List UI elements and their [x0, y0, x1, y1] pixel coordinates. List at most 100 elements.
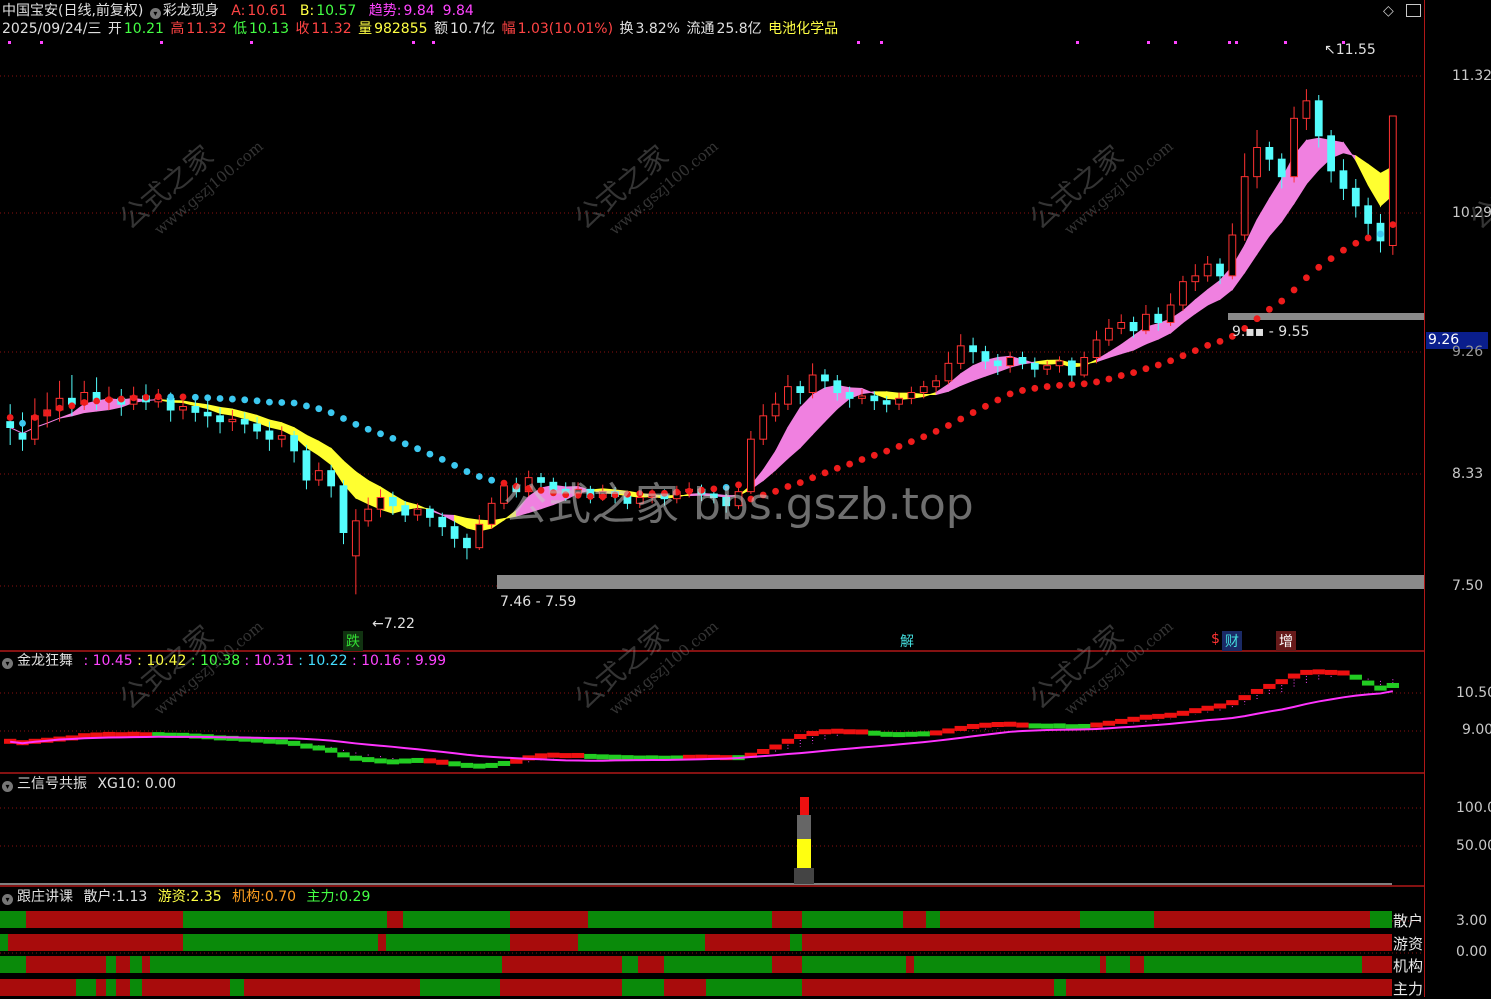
p2-block-45	[547, 752, 560, 758]
dropdown-icon[interactable]: ▾	[149, 8, 161, 19]
panel2-dropdown-icon[interactable]: ▾	[2, 658, 13, 669]
panel4-item-4-value: 0.29	[339, 889, 371, 905]
p2-block-74	[905, 731, 918, 737]
p4-row3-seg-13	[802, 956, 906, 973]
ma-dot-107	[1315, 263, 1323, 271]
candle-body-1	[6, 421, 15, 428]
p4-row1-seg-10	[903, 911, 926, 928]
ma-dot-103	[1265, 305, 1273, 313]
ma-dot-112	[1377, 230, 1384, 238]
ma-dot-36	[438, 455, 446, 463]
candle-body-30	[364, 508, 373, 522]
p2-block-89	[1090, 722, 1103, 728]
p2-block-78	[954, 725, 967, 731]
panel2-title[interactable]: 金龙狂舞	[17, 653, 73, 669]
b-value: 10.57	[316, 3, 357, 19]
diamond-icon[interactable]: ◇	[1383, 3, 1394, 19]
ma-dot-34	[414, 445, 421, 453]
signal-dot-13	[1235, 41, 1238, 44]
zone-low-label: 7.46 - 7.59	[500, 594, 577, 610]
p3-signal-base	[794, 868, 814, 884]
p4-row2-seg-7	[578, 934, 705, 951]
ma-dot-105	[1290, 286, 1298, 294]
candle-body-70	[858, 395, 866, 399]
p4-row1-seg-11	[926, 911, 940, 928]
p2-block-35	[423, 758, 437, 764]
high-mark-value: 11.55	[1335, 42, 1376, 58]
ma-dot-37	[451, 461, 458, 469]
ribbon-segment-22	[268, 419, 283, 431]
candle-body-100	[1228, 234, 1237, 277]
panel3-dropdown-icon[interactable]: ▾	[2, 781, 13, 792]
signal-die: 跌	[343, 631, 363, 651]
candle-body-82	[1006, 357, 1015, 367]
signal-dot-1	[8, 41, 11, 44]
p4-row3-seg-6	[142, 956, 150, 973]
indicator-name[interactable]: 彩龙现身	[163, 3, 219, 19]
turnover-value: 3.82%	[635, 21, 681, 37]
p4-row4-seg-2	[76, 979, 96, 996]
stock-name[interactable]: 中国宝安(日线,前复权)	[2, 3, 143, 19]
p2-block-88	[1078, 723, 1091, 729]
signal-dot-8	[880, 41, 883, 44]
row-label-retail: 散户	[1393, 912, 1424, 930]
candle-body-27	[327, 470, 336, 487]
p2-block-44	[534, 753, 548, 759]
p2-block-103	[1263, 683, 1276, 689]
p4-row2-seg-2	[8, 934, 183, 951]
p4-row3-seg-2	[26, 956, 106, 973]
panel4-dropdown-icon[interactable]: ▾	[2, 894, 13, 905]
ma-dot-29	[352, 420, 360, 428]
candle-body-94	[1154, 313, 1163, 324]
candle-body-32	[388, 497, 397, 507]
ma-dot-78	[957, 415, 965, 423]
ma-dot-83	[1019, 387, 1026, 394]
ma-dot-88	[1080, 380, 1088, 388]
signal-dot-2	[40, 41, 43, 44]
p4-row4-seg-14	[706, 979, 802, 996]
ribbon-segment-65	[799, 393, 814, 449]
signal-dot-5	[412, 41, 415, 44]
candle-body-67	[821, 374, 829, 382]
p2-block-92	[1127, 716, 1140, 722]
ribbon-segment-91	[1120, 334, 1135, 355]
panel4-title[interactable]: 跟庄讲课	[17, 889, 73, 905]
zone-high-label: 9.▪▪ - 9.55	[1232, 324, 1310, 340]
p2-block-48	[584, 753, 597, 759]
panel4-item-1-value: 1.13	[116, 889, 148, 905]
ma-dot-19	[228, 395, 236, 403]
window-icon[interactable]	[1406, 4, 1421, 17]
signal-dot-6	[432, 41, 435, 44]
p2-block-108	[1324, 669, 1338, 675]
ma-dot-15	[179, 393, 187, 401]
p2-block-36	[436, 759, 449, 765]
p2-block-102	[1250, 688, 1264, 694]
ma-dot-26	[315, 405, 323, 413]
panel2-tick-1: 10.50	[1456, 685, 1491, 701]
p2-block-112	[1374, 685, 1387, 691]
ma-dot-1	[6, 414, 14, 421]
panel3-title[interactable]: 三信号共振	[17, 776, 87, 792]
p4-row4-seg-5	[116, 979, 130, 996]
p4-row1-seg-8	[772, 911, 802, 928]
ma-dot-77	[945, 422, 952, 429]
sector[interactable]: 电池化学品	[768, 21, 838, 37]
p2-block-75	[917, 731, 930, 737]
p4-row3-seg-11	[664, 956, 772, 973]
ma-dot-70	[858, 456, 866, 463]
p2-block-63	[769, 744, 782, 750]
ma-dot-95	[1167, 357, 1175, 365]
candle-body-85	[1043, 365, 1052, 370]
candle-body-62	[759, 415, 768, 440]
candle-body-71	[870, 395, 879, 402]
p2-block-91	[1115, 718, 1128, 724]
amount-label: 额	[433, 21, 448, 37]
candle-body-75	[919, 386, 928, 393]
p2-block-23	[275, 739, 288, 745]
p4-row3-seg-12	[772, 956, 802, 973]
candle-body-96	[1179, 281, 1187, 306]
signal-dot-10	[1147, 41, 1150, 44]
p2-block-111	[1361, 680, 1375, 686]
ma-dot-38	[463, 468, 471, 475]
ma-dot-99	[1216, 337, 1224, 345]
